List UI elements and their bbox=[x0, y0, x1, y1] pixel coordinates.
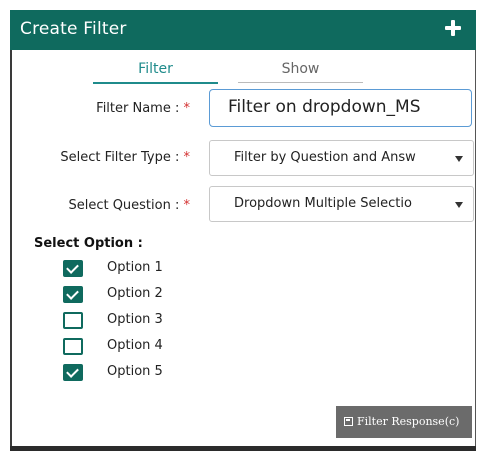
option-label: Option 4 bbox=[107, 338, 163, 353]
filter-name-label-text: Filter Name : bbox=[96, 101, 180, 116]
checkbox-unchecked[interactable] bbox=[63, 338, 83, 355]
question-label: Select Question : * bbox=[10, 198, 190, 213]
filter-name-label: Filter Name : * bbox=[40, 101, 190, 116]
option-label: Option 2 bbox=[107, 286, 163, 301]
option-label: Option 3 bbox=[107, 312, 163, 327]
checkbox-checked[interactable] bbox=[63, 286, 83, 303]
question-label-text: Select Question : bbox=[68, 198, 180, 213]
option-label: Option 5 bbox=[107, 364, 163, 379]
question-value: Dropdown Multiple Selectio bbox=[234, 196, 412, 211]
checkbox-checked[interactable] bbox=[63, 260, 83, 277]
option-label: Option 1 bbox=[107, 260, 163, 275]
tab-filter[interactable]: Filter bbox=[93, 61, 218, 77]
tab-show-underline bbox=[238, 82, 363, 83]
required-marker: * bbox=[183, 101, 191, 116]
save-icon bbox=[344, 417, 353, 426]
bottom-border bbox=[10, 446, 476, 451]
filter-type-label-text: Select Filter Type : bbox=[60, 150, 180, 165]
filter-type-value: Filter by Question and Answ bbox=[234, 150, 416, 165]
check-icon bbox=[66, 287, 79, 300]
filter-type-select[interactable]: Filter by Question and Answ bbox=[209, 140, 474, 176]
panel-header: Create Filter bbox=[10, 10, 476, 50]
checkbox-unchecked[interactable] bbox=[63, 312, 83, 329]
checkbox-checked[interactable] bbox=[63, 364, 83, 381]
required-marker: * bbox=[183, 150, 191, 165]
panel-title: Create Filter bbox=[20, 19, 127, 39]
tab-filter-underline bbox=[93, 82, 218, 84]
chevron-down-icon bbox=[455, 156, 463, 162]
check-icon bbox=[66, 365, 79, 378]
required-marker: * bbox=[183, 198, 191, 213]
filter-type-label: Select Filter Type : * bbox=[10, 150, 190, 165]
select-option-title: Select Option : bbox=[34, 236, 143, 251]
filter-response-button[interactable]: Filter Response(c) bbox=[336, 406, 472, 438]
filter-response-label: Filter Response(c) bbox=[357, 415, 460, 428]
check-icon bbox=[66, 261, 79, 274]
question-select[interactable]: Dropdown Multiple Selectio bbox=[209, 186, 474, 222]
chevron-down-icon bbox=[455, 202, 463, 208]
tab-show[interactable]: Show bbox=[238, 61, 363, 77]
filter-name-input[interactable]: Filter on dropdown_MS bbox=[209, 89, 472, 127]
plus-icon[interactable] bbox=[444, 19, 462, 37]
